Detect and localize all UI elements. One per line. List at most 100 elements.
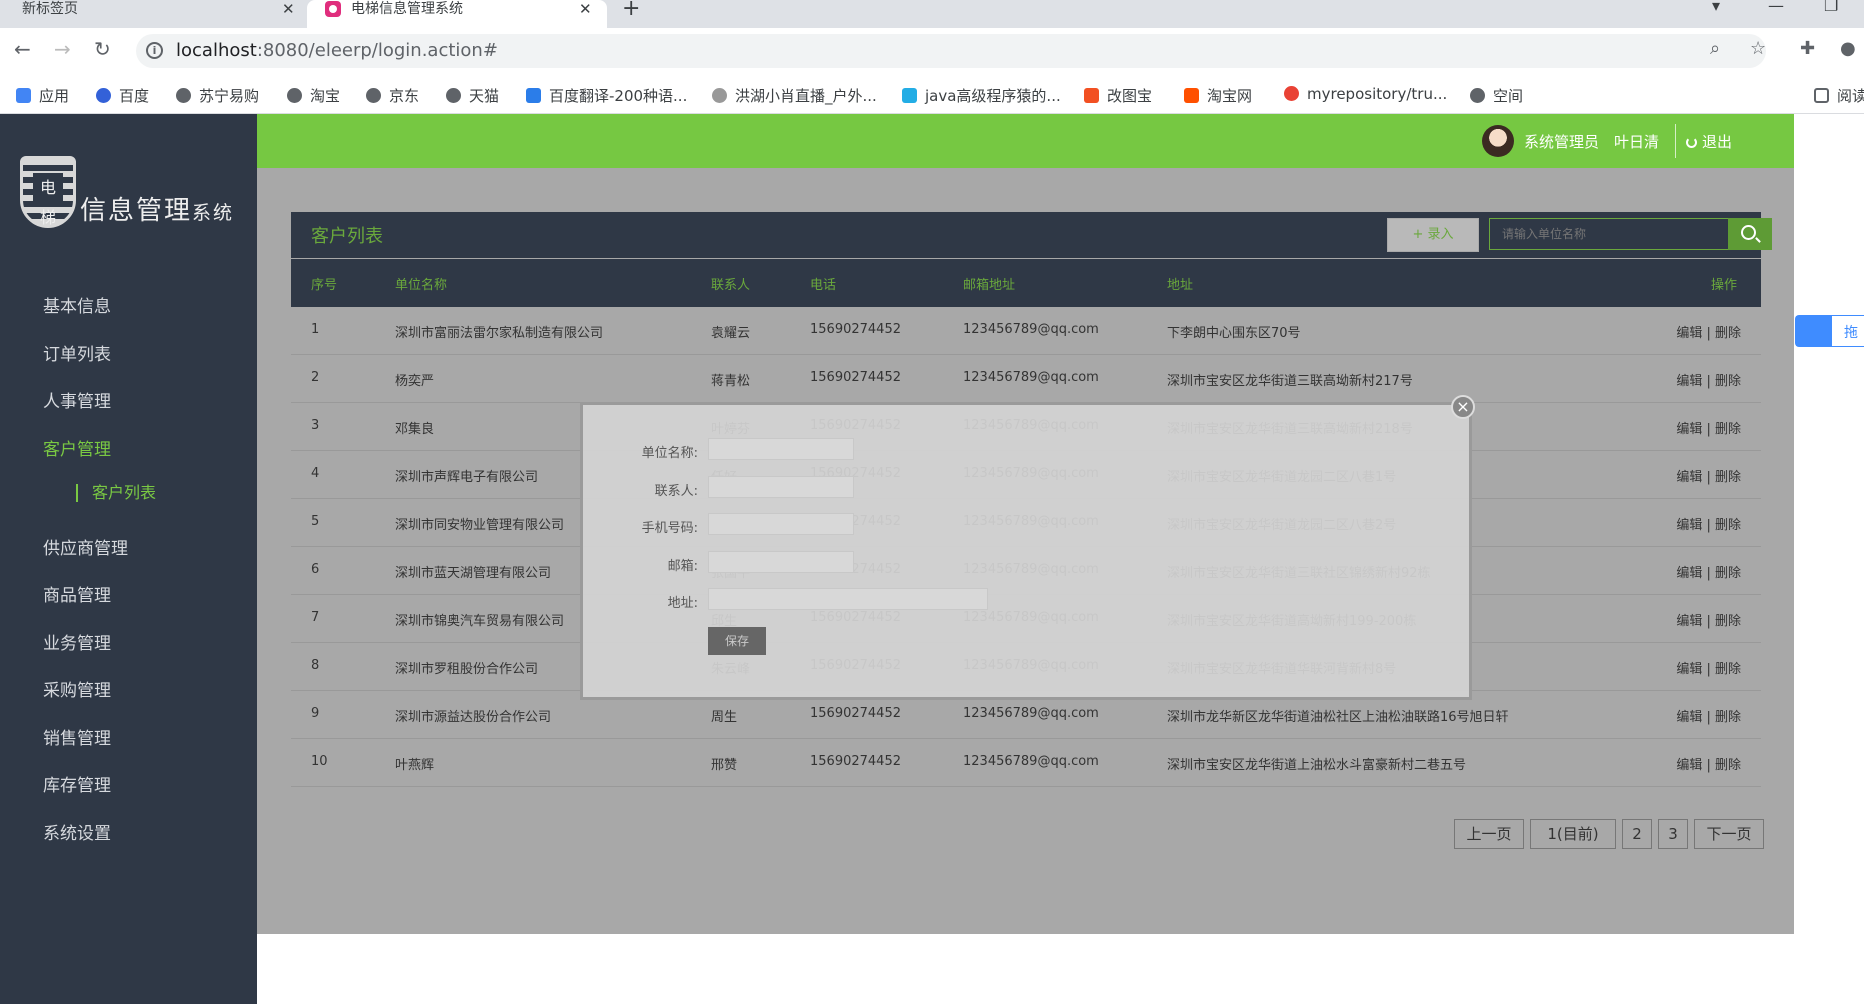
profile-dropdown-icon[interactable]: ▾	[1712, 0, 1720, 15]
bookmark-taobao-net[interactable]: 淘宝网	[1184, 85, 1252, 106]
back-arrow-icon[interactable]: ←	[14, 37, 31, 61]
sidebar-item-suppliers[interactable]: 供应商管理	[43, 534, 128, 559]
cell-address: 深圳市宝安区龙华街道上油松水斗富豪新村二巷五号	[1167, 758, 1467, 773]
email-input[interactable]	[708, 551, 854, 573]
phone-input[interactable]	[708, 513, 854, 535]
prev-page-button[interactable]: 上一页	[1454, 819, 1524, 849]
bookmark-taobao[interactable]: 淘宝	[287, 85, 340, 106]
extensions-icon[interactable]: ✚	[1800, 38, 1815, 59]
cell-company: 深圳市同安物业管理有限公司	[395, 518, 565, 533]
avatar[interactable]	[1482, 125, 1514, 157]
label-address: 地址:	[667, 596, 698, 611]
table-header: 序号 单位名称 联系人 电话 邮箱地址 地址 操作	[291, 259, 1761, 307]
globe-icon	[287, 88, 302, 103]
sidebar-item-purchasing[interactable]: 采购管理	[43, 676, 111, 701]
col-index: 序号	[311, 278, 338, 293]
address-input[interactable]	[708, 588, 988, 610]
cell-contact: 袁耀云	[711, 326, 751, 341]
tab-label: 新标签页	[22, 1, 78, 17]
sidebar-item-inventory[interactable]: 库存管理	[43, 771, 111, 796]
bookmark-live[interactable]: 洪湖小肖直播_户外...	[712, 85, 877, 106]
close-icon[interactable]: ✕	[282, 0, 295, 18]
row-actions[interactable]: 编辑 | 删除	[1676, 514, 1741, 533]
page-2-button[interactable]: 2	[1622, 819, 1652, 849]
bookmark-myrepository[interactable]: myrepository/tru...	[1284, 85, 1447, 103]
restore-icon[interactable]: ❐	[1824, 0, 1838, 15]
new-tab-button[interactable]: +	[622, 0, 640, 21]
account-icon[interactable]: ●	[1840, 38, 1856, 59]
bookmark-space[interactable]: 空间	[1470, 85, 1523, 106]
bookmark-jd[interactable]: 京东	[366, 85, 419, 106]
sidebar-item-customer-list[interactable]: 客户列表	[76, 484, 156, 502]
contact-input[interactable]	[708, 476, 854, 498]
sidebar-item-basic-info[interactable]: 基本信息	[43, 292, 111, 317]
row-actions[interactable]: 编辑 | 删除	[1676, 706, 1741, 725]
next-page-button[interactable]: 下一页	[1694, 819, 1764, 849]
user-name[interactable]: 叶日清	[1614, 131, 1659, 152]
search-input[interactable]	[1489, 218, 1729, 250]
col-email: 邮箱地址	[963, 278, 1016, 293]
bilibili-icon	[902, 88, 917, 103]
forward-arrow-icon[interactable]: →	[54, 37, 71, 61]
bookmark-gaitubao[interactable]: 改图宝	[1084, 85, 1152, 106]
row-actions[interactable]: 编辑 | 删除	[1676, 562, 1741, 581]
logo: 电梯 信息管理系统	[20, 156, 240, 236]
url-field[interactable]: i localhost:8080/eleerp/login.action#	[136, 34, 1766, 68]
bookmark-tmall[interactable]: 天猫	[446, 85, 499, 106]
bookmark-star-icon[interactable]: ☆	[1750, 38, 1766, 59]
url-path: :8080/eleerp/login.action#	[256, 40, 498, 61]
cell-index: 5	[311, 514, 320, 529]
close-icon[interactable]: ✕	[579, 0, 592, 18]
cell-address: 下李朗中心围东区70号	[1167, 326, 1301, 341]
cell-index: 9	[311, 706, 320, 721]
sidebar-item-products[interactable]: 商品管理	[43, 581, 111, 606]
tab-new-tab[interactable]: 新标签页 ✕	[0, 0, 305, 28]
page-3-button[interactable]: 3	[1658, 819, 1688, 849]
table-row: 2 杨奕严 蒋青松 15690274452 123456789@qq.com 深圳市宝安区…	[291, 355, 1761, 403]
cell-company: 深圳市蓝天湖管理有限公司	[395, 566, 552, 581]
reading-list[interactable]: 阅读	[1814, 85, 1864, 106]
tab-elevator-system[interactable]: 电梯信息管理系统 ✕	[307, 0, 607, 28]
sidebar-item-business[interactable]: 业务管理	[43, 629, 111, 654]
bookmark-suning[interactable]: 苏宁易购	[176, 85, 259, 106]
row-actions[interactable]: 编辑 | 删除	[1676, 322, 1741, 341]
bookmark-baidu[interactable]: 百度	[96, 85, 149, 106]
row-actions[interactable]: 编辑 | 删除	[1676, 754, 1741, 773]
sidebar-item-customers[interactable]: 客户管理	[43, 435, 111, 460]
bookmark-apps[interactable]: 应用	[16, 85, 69, 106]
sidebar-item-orders[interactable]: 订单列表	[43, 340, 111, 365]
sidebar-item-hr[interactable]: 人事管理	[43, 387, 111, 412]
col-company: 单位名称	[395, 278, 448, 293]
modal-close-button[interactable]: ×	[1451, 395, 1475, 419]
bookmark-java[interactable]: java高级程序猿的...	[902, 85, 1061, 106]
save-button[interactable]: 保存	[708, 627, 766, 655]
cell-index: 1	[311, 322, 320, 337]
site-info-icon[interactable]: i	[146, 42, 163, 59]
row-actions[interactable]: 编辑 | 删除	[1676, 418, 1741, 437]
row-actions[interactable]: 编辑 | 删除	[1676, 610, 1741, 629]
cell-phone: 15690274452	[810, 754, 901, 769]
translate-icon	[526, 88, 541, 103]
reload-icon[interactable]: ↻	[94, 37, 111, 61]
add-customer-button[interactable]: + 录入	[1387, 218, 1479, 252]
search-button[interactable]	[1728, 218, 1772, 250]
cell-index: 3	[311, 418, 320, 433]
company-name-input[interactable]	[708, 438, 854, 460]
row-actions[interactable]: 编辑 | 删除	[1676, 658, 1741, 677]
bookmark-baidu-translate[interactable]: 百度翻译-200种语...	[526, 85, 687, 106]
cell-index: 6	[311, 562, 320, 577]
zoom-icon[interactable]: ⌕	[1710, 38, 1720, 59]
page-current[interactable]: 1(目前)	[1530, 819, 1616, 849]
baidu-paw-icon	[96, 88, 111, 103]
sidebar-item-settings[interactable]: 系统设置	[43, 819, 111, 844]
bookmarks-bar: 应用 百度 苏宁易购 淘宝 京东 天猫 百度翻译-200种语... 洪湖小肖直播…	[0, 74, 1864, 114]
cell-email: 123456789@qq.com	[963, 322, 1099, 337]
side-floating-widget[interactable]: 拖	[1795, 315, 1864, 347]
cell-company: 叶燕辉	[395, 758, 435, 773]
minimize-icon[interactable]: —	[1768, 0, 1784, 15]
table-row: 10 叶燕辉 邢赞 15690274452 123456789@qq.com 深圳市宝安区…	[291, 739, 1761, 787]
sidebar-item-sales[interactable]: 销售管理	[43, 724, 111, 749]
logout-button[interactable]: 退出	[1686, 131, 1732, 152]
row-actions[interactable]: 编辑 | 删除	[1676, 466, 1741, 485]
row-actions[interactable]: 编辑 | 删除	[1676, 370, 1741, 389]
